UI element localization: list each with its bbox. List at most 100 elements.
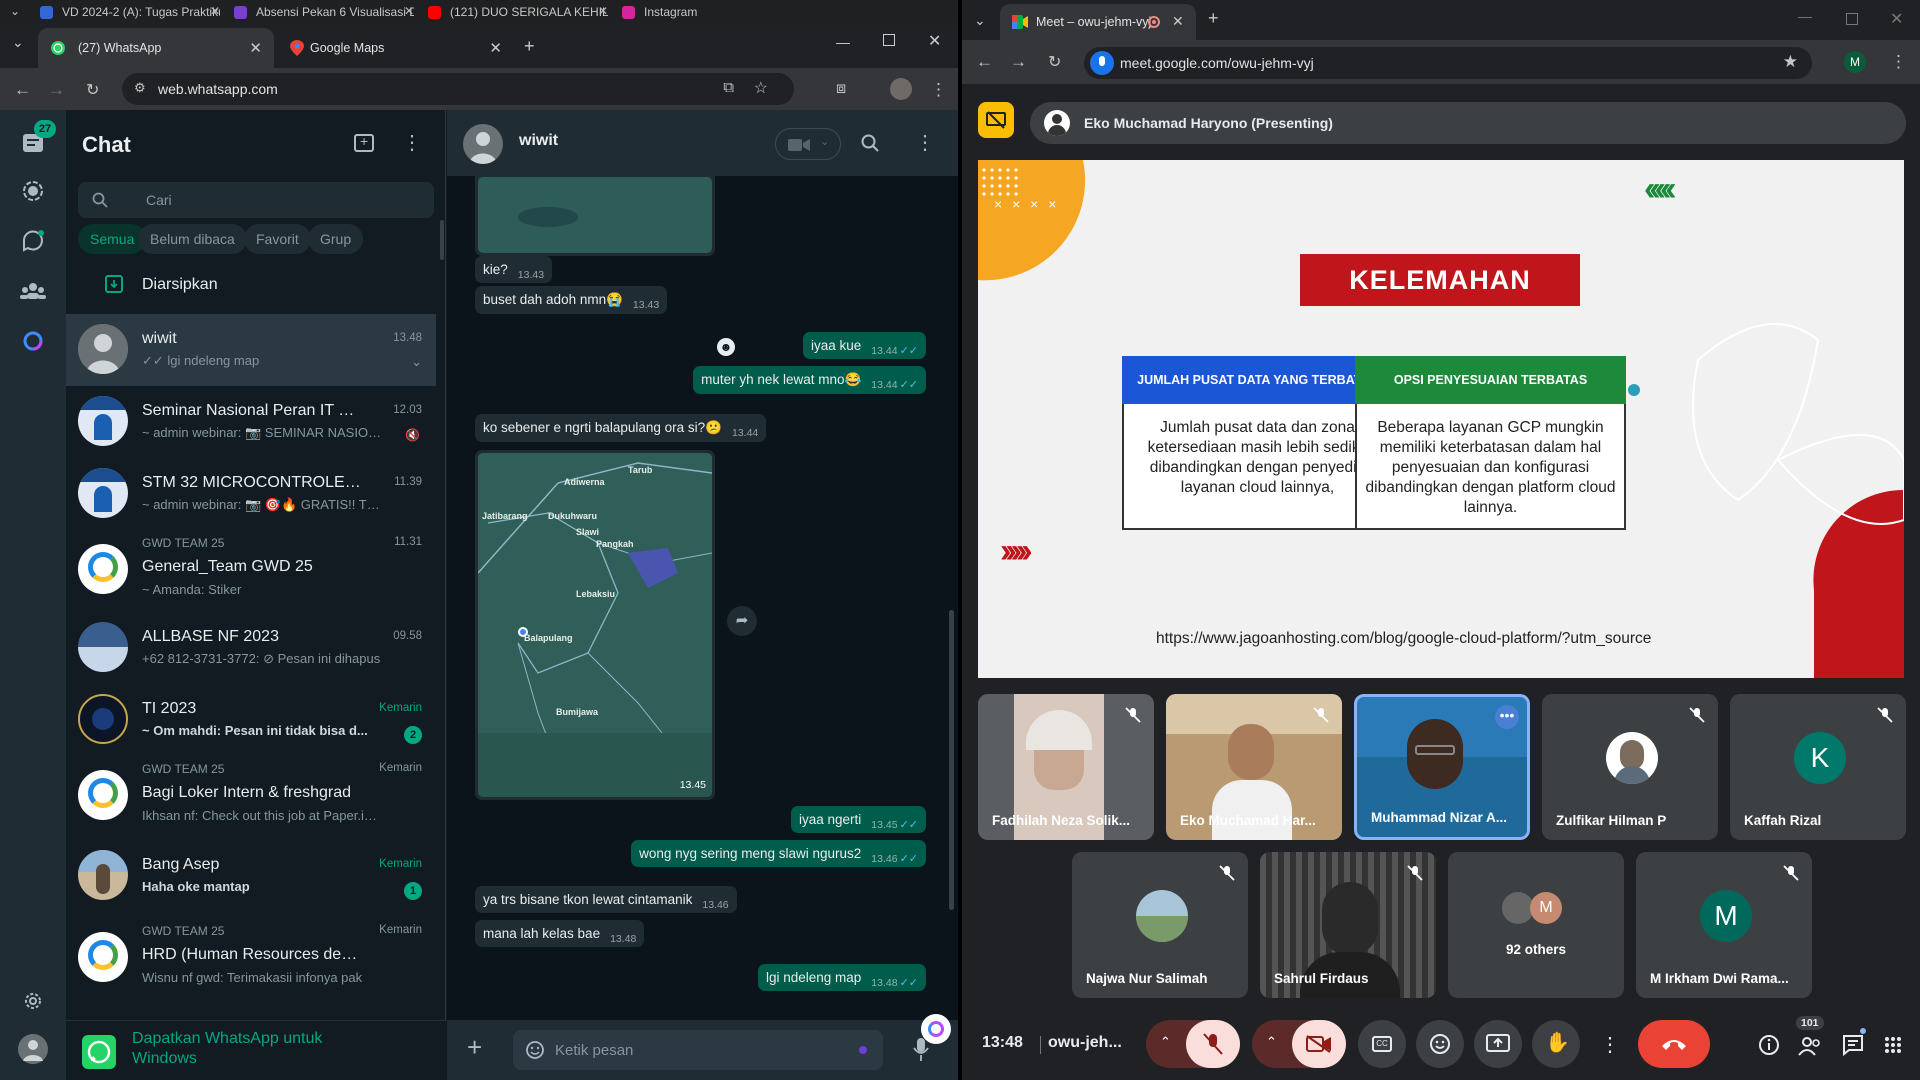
- map-image-partial[interactable]: [475, 174, 715, 256]
- maximize-icon[interactable]: [1846, 13, 1858, 25]
- camera-off-button[interactable]: [1292, 1020, 1346, 1068]
- chat-row[interactable]: STM 32 MICROCONTROLERS T... ~ admin webi…: [66, 458, 436, 530]
- install-app-icon[interactable]: ⧉: [723, 79, 734, 96]
- close-icon[interactable]: ✕: [598, 4, 608, 18]
- scrollbar[interactable]: [949, 610, 954, 910]
- search-input[interactable]: Cari: [78, 182, 434, 218]
- status-icon[interactable]: [18, 176, 48, 206]
- new-chat-icon[interactable]: +: [354, 133, 374, 152]
- meta-ai-floating-icon[interactable]: [921, 1014, 951, 1044]
- chat-row[interactable]: GWD TEAM 25 General_Team GWD 25 ~ Amanda…: [66, 530, 436, 610]
- stop-presenting-icon[interactable]: [978, 102, 1014, 138]
- back-icon[interactable]: ←: [976, 52, 993, 72]
- captions-button[interactable]: CC: [1358, 1020, 1406, 1068]
- activities-grid-icon[interactable]: [1884, 1036, 1902, 1054]
- reload-icon[interactable]: ↻: [1048, 52, 1061, 72]
- close-icon[interactable]: ✕: [249, 39, 262, 57]
- new-tab-icon[interactable]: +: [524, 36, 535, 57]
- forward-icon[interactable]: →: [48, 80, 65, 100]
- chat-row[interactable]: Seminar Nasional Peran IT dala... ~ admi…: [66, 386, 436, 458]
- filter-unread[interactable]: Belum dibaca: [138, 224, 247, 254]
- tab-instagram[interactable]: Instagram: [622, 3, 762, 21]
- bookmark-star-icon[interactable]: ☆: [754, 78, 768, 98]
- chat-icon[interactable]: [1842, 1034, 1864, 1056]
- raise-hand-button[interactable]: ✋: [1532, 1020, 1580, 1068]
- menu-kebab-icon[interactable]: ⋮: [1890, 52, 1907, 72]
- chevron-up-icon[interactable]: ⌃: [1160, 1034, 1171, 1050]
- chats-icon[interactable]: 27: [18, 120, 56, 158]
- tab-meet[interactable]: Meet – owu-jehm-vyj ✕: [1000, 4, 1196, 40]
- participant-tile[interactable]: K Kaffah Rizal: [1730, 694, 1906, 840]
- minimize-icon[interactable]: —: [1798, 8, 1812, 24]
- new-tab-icon[interactable]: +: [1208, 8, 1219, 29]
- chat-row[interactable]: ALLBASE NF 2023 +62 812-3731-3772: ⊘ Pes…: [66, 612, 436, 684]
- participant-tile[interactable]: Najwa Nur Salimah: [1072, 852, 1248, 998]
- search-icon[interactable]: [861, 134, 879, 152]
- filter-favorites[interactable]: Favorit: [244, 224, 311, 254]
- tab-vd-tugas[interactable]: VD 2024-2 (A): Tugas Praktikum ✕: [40, 3, 220, 21]
- map-image-message[interactable]: Tarub Adiwerna Jatibarang Dukuhwaru Slaw…: [475, 450, 715, 800]
- forward-share-icon[interactable]: ➦: [727, 606, 757, 636]
- participant-tile[interactable]: M M Irkham Dwi Rama...: [1636, 852, 1812, 998]
- meta-ai-icon[interactable]: [18, 326, 48, 356]
- participant-tile[interactable]: Sahrul Firdaus: [1260, 852, 1436, 998]
- present-button[interactable]: [1474, 1020, 1522, 1068]
- leave-call-button[interactable]: [1638, 1020, 1710, 1068]
- maximize-icon[interactable]: [883, 34, 895, 46]
- back-icon[interactable]: ←: [14, 80, 31, 100]
- chat-row[interactable]: TI 2023 ~ Om mahdi: Pesan ini tidak bisa…: [66, 684, 436, 756]
- settings-icon[interactable]: [18, 986, 48, 1016]
- profile-avatar[interactable]: M: [1844, 51, 1866, 73]
- microphone-toggle[interactable]: ⌃: [1146, 1020, 1240, 1068]
- bookmark-star-icon[interactable]: ★: [1783, 52, 1798, 72]
- profile-avatar[interactable]: [890, 78, 912, 100]
- url-field[interactable]: ⚙ web.whatsapp.com ⧉ ☆: [122, 73, 794, 105]
- close-window-icon[interactable]: ✕: [1890, 9, 1903, 29]
- info-icon[interactable]: [1758, 1034, 1780, 1056]
- microphone-icon[interactable]: [913, 1038, 929, 1062]
- chat-row[interactable]: GWD TEAM 25 HRD (Human Resources develop…: [66, 918, 436, 998]
- participant-tile[interactable]: Fadhilah Neza Solik...: [978, 694, 1154, 840]
- url-field[interactable]: meet.google.com/owu-jehm-vyj ★: [1084, 47, 1812, 79]
- camera-toggle[interactable]: ⌃: [1252, 1020, 1346, 1068]
- menu-kebab-icon[interactable]: ⋮: [915, 130, 935, 155]
- close-icon[interactable]: ✕: [1172, 13, 1184, 30]
- mic-off-button[interactable]: [1186, 1020, 1240, 1068]
- close-icon[interactable]: ✕: [489, 39, 502, 57]
- attach-plus-icon[interactable]: +: [467, 1034, 482, 1060]
- chevron-down-icon[interactable]: ⌄: [411, 354, 422, 370]
- tab-youtube[interactable]: (121) DUO SERIGALA KEHILANG✕: [428, 3, 608, 21]
- participant-tile-speaking[interactable]: ••• Muhammad Nizar A...: [1354, 694, 1530, 840]
- scrollbar[interactable]: [440, 220, 444, 260]
- chat-row-wiwit[interactable]: wiwit ✓✓ lgi ndeleng map 13.48 ⌄: [66, 314, 436, 386]
- contact-name[interactable]: wiwit: [519, 132, 558, 150]
- close-icon[interactable]: ✕: [404, 4, 414, 18]
- close-icon[interactable]: ✕: [210, 4, 220, 18]
- get-app-banner[interactable]: Dapatkan WhatsApp untuk Windows: [66, 1020, 446, 1080]
- emoji-icon[interactable]: [525, 1040, 545, 1060]
- forward-icon[interactable]: →: [1010, 52, 1027, 72]
- filter-groups[interactable]: Grup: [308, 224, 364, 254]
- emoji-reaction-icon[interactable]: ☻: [717, 338, 735, 356]
- tab-search-icon[interactable]: ⌄: [12, 34, 24, 51]
- chat-row[interactable]: GWD TEAM 25 Bagi Loker Intern & freshgra…: [66, 756, 436, 836]
- menu-kebab-icon[interactable]: ⋮: [930, 80, 947, 100]
- tab-search-button[interactable]: ⌄: [0, 3, 28, 21]
- tab-whatsapp[interactable]: (27) WhatsApp ✕: [38, 28, 274, 68]
- chevron-up-icon[interactable]: ⌃: [1266, 1034, 1277, 1050]
- reactions-button[interactable]: [1416, 1020, 1464, 1068]
- video-call-button[interactable]: ⌄: [775, 128, 841, 160]
- participant-tile[interactable]: Zulfikar Hilman P: [1542, 694, 1718, 840]
- more-options-button[interactable]: ⋮: [1590, 1020, 1620, 1068]
- tab-absensi[interactable]: Absensi Pekan 6 Visualisasi Dat ✕: [234, 3, 414, 21]
- site-info-icon[interactable]: ⚙: [134, 80, 146, 96]
- extensions-icon[interactable]: ⧈: [836, 80, 846, 98]
- people-button[interactable]: 101: [1792, 1016, 1828, 1064]
- participant-tile-others[interactable]: M 92 others: [1448, 852, 1624, 998]
- my-profile-avatar[interactable]: [18, 1034, 48, 1064]
- communities-icon[interactable]: [18, 276, 48, 306]
- more-options-icon[interactable]: •••: [1495, 705, 1519, 729]
- minimize-icon[interactable]: —: [836, 34, 850, 50]
- tab-google-maps[interactable]: Google Maps ✕: [278, 28, 514, 68]
- message-input[interactable]: Ketik pesan: [513, 1030, 883, 1070]
